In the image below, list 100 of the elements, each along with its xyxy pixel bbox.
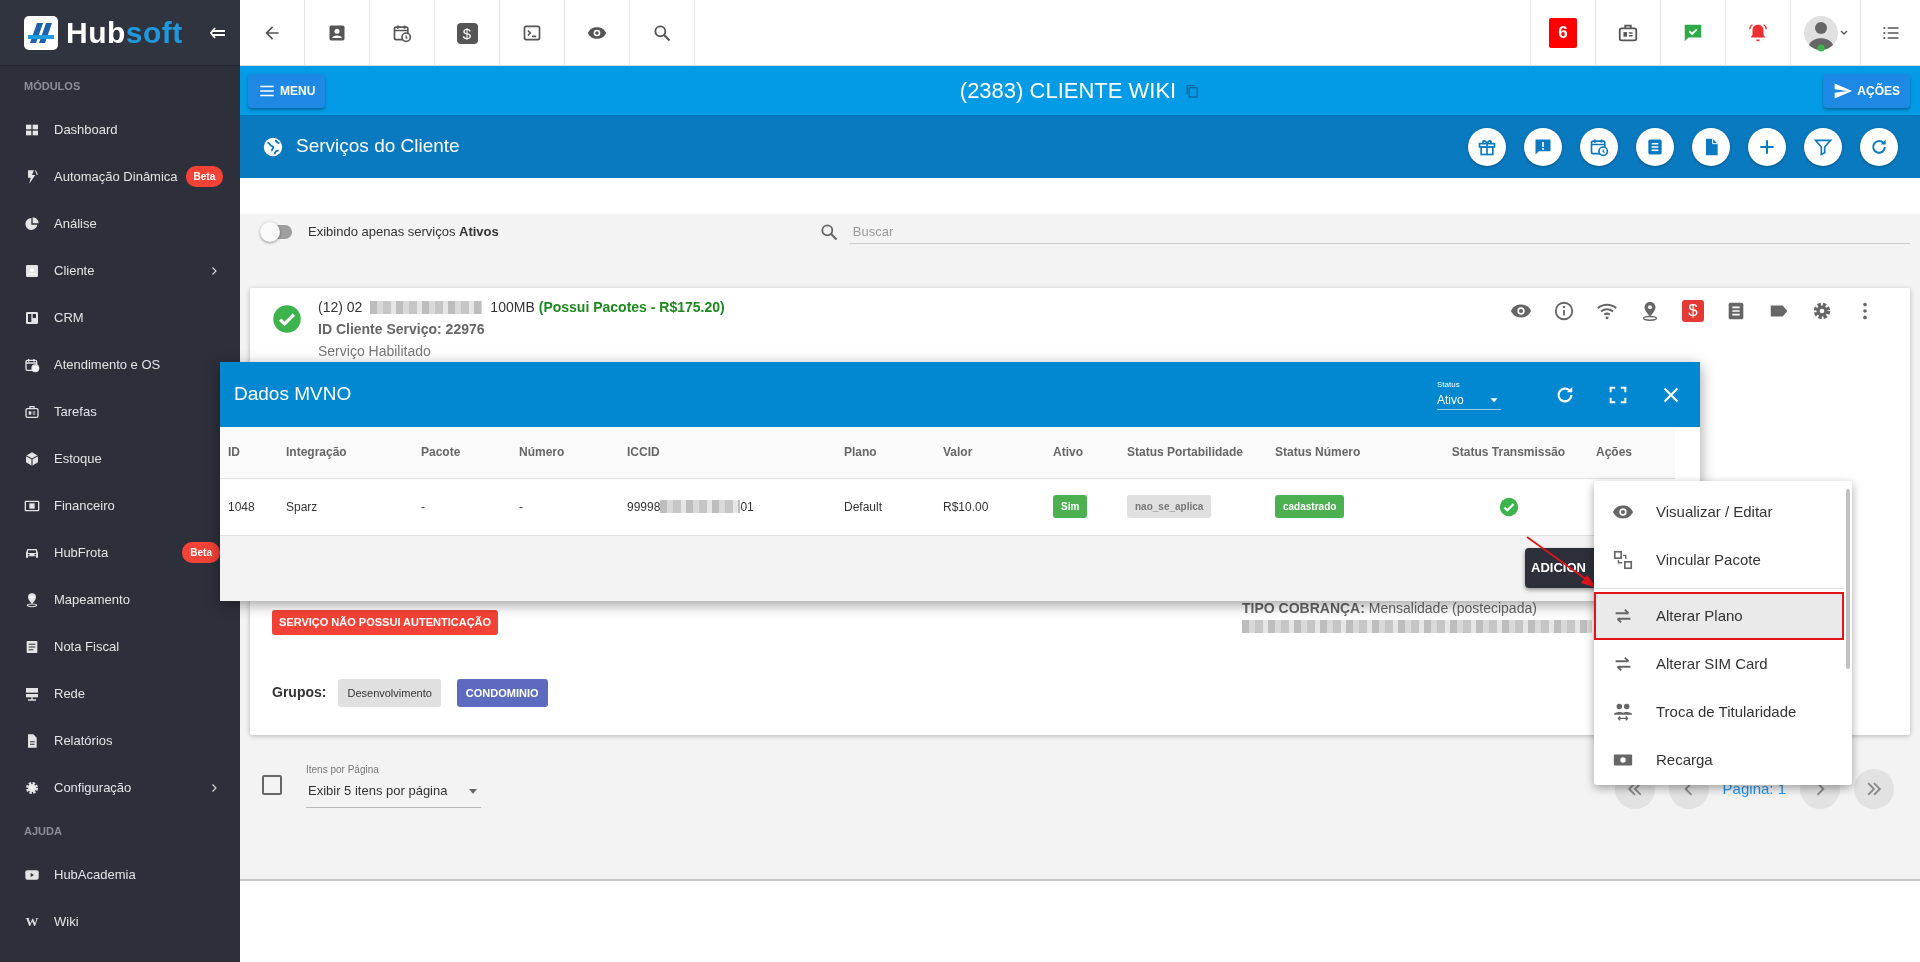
package-info: (Possui Pacotes - R$175.20) <box>538 298 725 317</box>
calendar-clock-button[interactable] <box>1580 127 1618 166</box>
checkbox[interactable] <box>262 775 282 795</box>
dialog-title: Dados MVNO <box>234 382 352 407</box>
sidebar-item[interactable]: Análise <box>0 200 220 247</box>
section-label: MÓDULOS <box>23 78 82 94</box>
search-field[interactable]: Buscar <box>848 219 1910 245</box>
group-tag: Desenvolvimento <box>338 678 441 707</box>
sidebar-item[interactable]: HubAcademia <box>0 851 220 898</box>
status-tag: cadastrado <box>1275 495 1345 518</box>
terminal-icon[interactable] <box>522 23 542 43</box>
linked-squares-icon <box>1612 549 1634 571</box>
filter-button[interactable] <box>1804 127 1842 166</box>
scrollbar[interactable] <box>1846 489 1850 669</box>
globe-icon <box>262 135 284 158</box>
group-tag: CONDOMINIO <box>456 678 548 707</box>
table-cell: R$10.00 <box>943 499 989 514</box>
column-header: ID <box>220 427 278 478</box>
table-cell-text: 01 <box>740 498 754 516</box>
table-cell: 1048 <box>228 499 255 514</box>
service-id: ID Cliente Serviço: 22976 <box>318 320 486 339</box>
letter-icon: W <box>24 911 40 932</box>
map-pin-icon <box>24 591 40 608</box>
sidebar-item[interactable]: Estoque <box>0 435 220 482</box>
section-title: Serviços do Cliente <box>296 134 460 159</box>
sidebar-item[interactable]: CRM <box>0 294 220 341</box>
sidebar-item[interactable]: Rede <box>0 670 220 717</box>
receipt-button[interactable] <box>1636 127 1674 166</box>
service-plan: 100MB <box>490 298 535 317</box>
toggle-label: Exibindo apenas serviços Ativos <box>308 223 499 242</box>
sidebar-item[interactable]: HubFrota Beta <box>0 529 220 576</box>
field-label: Status <box>1437 379 1461 391</box>
service-state: Serviço Habilitado <box>318 342 432 361</box>
calendar-clock-icon[interactable] <box>392 23 412 43</box>
authentication-badge: SERVIÇO NÃO POSSUI AUTENTICAÇÃO <box>272 610 499 635</box>
collapse-icon[interactable] <box>210 25 226 40</box>
table-cell-text: 99998 <box>627 498 661 516</box>
dollar-icon[interactable]: $ <box>456 22 478 44</box>
info-icon[interactable] <box>1553 300 1575 322</box>
chat-alert-button[interactable] <box>1524 127 1562 166</box>
toggle-switch[interactable] <box>262 225 292 239</box>
section-label: AJUDA <box>23 823 63 839</box>
column-header: Status Número <box>1267 427 1422 478</box>
service-number: (12) 02 <box>318 298 363 317</box>
last-page-button[interactable] <box>1854 769 1894 809</box>
board-icon <box>24 309 40 326</box>
cube-icon <box>24 450 40 467</box>
server-icon <box>24 685 40 702</box>
logo-text: Hubsoft <box>66 15 183 51</box>
bell-icon[interactable] <box>1747 22 1769 44</box>
table-cell: - <box>519 499 523 514</box>
settings-icon[interactable] <box>1811 300 1833 322</box>
sidebar-item[interactable]: Financeiro <box>0 482 220 529</box>
gear-icon <box>24 779 40 796</box>
beta-badge: Beta <box>182 542 220 563</box>
menu-item[interactable]: Visualizar / Editar <box>1594 488 1844 536</box>
menu-item[interactable]: Troca de Titularidade <box>1594 688 1844 736</box>
sidebar-item[interactable]: Nota Fiscal <box>0 623 220 670</box>
per-page-select[interactable]: Exibir 5 itens por página <box>306 777 481 808</box>
gift-button[interactable] <box>1468 127 1506 166</box>
search-icon[interactable] <box>652 23 672 43</box>
people-icon <box>1612 701 1634 723</box>
menu-item[interactable]: Alterar Plano <box>1594 592 1844 640</box>
beta-badge: Beta <box>185 166 224 187</box>
status-select[interactable]: Ativo <box>1437 391 1501 409</box>
avatar-icon[interactable] <box>1802 13 1849 53</box>
sidebar-item[interactable]: Configuração <box>0 764 220 811</box>
add-button[interactable] <box>1748 127 1786 166</box>
contact-card-icon <box>24 262 40 279</box>
column-header: Status Portabilidade <box>1119 427 1267 478</box>
dollar-icon[interactable]: $ <box>1682 300 1704 322</box>
sidebar-item[interactable]: W Wiki <box>0 898 220 945</box>
column-header: Ativo <box>1045 427 1119 478</box>
table-cell: Sparz <box>286 499 318 514</box>
sidebar-item[interactable]: Atendimento e OS <box>0 341 220 388</box>
menu-item[interactable]: Alterar SIM Card <box>1594 640 1844 688</box>
search-icon <box>818 222 839 242</box>
sidebar-item[interactable]: Mapeamento <box>0 576 220 623</box>
column-header: Integração <box>278 427 413 478</box>
column-header: Valor <box>935 427 1045 478</box>
id-badge-icon[interactable] <box>1617 22 1639 44</box>
sidebar-item[interactable]: Dashboard <box>0 106 220 153</box>
sidebar-item[interactable]: Cliente <box>0 247 220 294</box>
column-header: Ações <box>1588 427 1675 478</box>
pie-chart-icon <box>24 215 40 232</box>
sidebar-item[interactable]: Relatórios <box>0 717 220 764</box>
billing-type: TIPO COBRANÇA: Mensalidade (postecipada) <box>1242 600 1537 616</box>
calendar-clock-icon <box>24 356 40 373</box>
sidebar-item[interactable]: Tarefas <box>0 388 220 435</box>
menu-item[interactable]: Recarga <box>1594 736 1844 784</box>
logo-icon <box>24 15 58 50</box>
groups-label: Grupos: <box>272 683 327 703</box>
file-button[interactable] <box>1692 127 1730 166</box>
refresh-button[interactable] <box>1860 127 1898 166</box>
notification-badge[interactable]: 6 <box>1549 18 1577 48</box>
actions-button[interactable]: AÇÕES <box>1823 73 1910 108</box>
menu-button[interactable]: MENU <box>248 73 326 108</box>
column-header: Plano <box>836 427 935 478</box>
column-header: Status Transmissão <box>1422 427 1588 478</box>
contact-card-icon[interactable] <box>327 23 347 43</box>
